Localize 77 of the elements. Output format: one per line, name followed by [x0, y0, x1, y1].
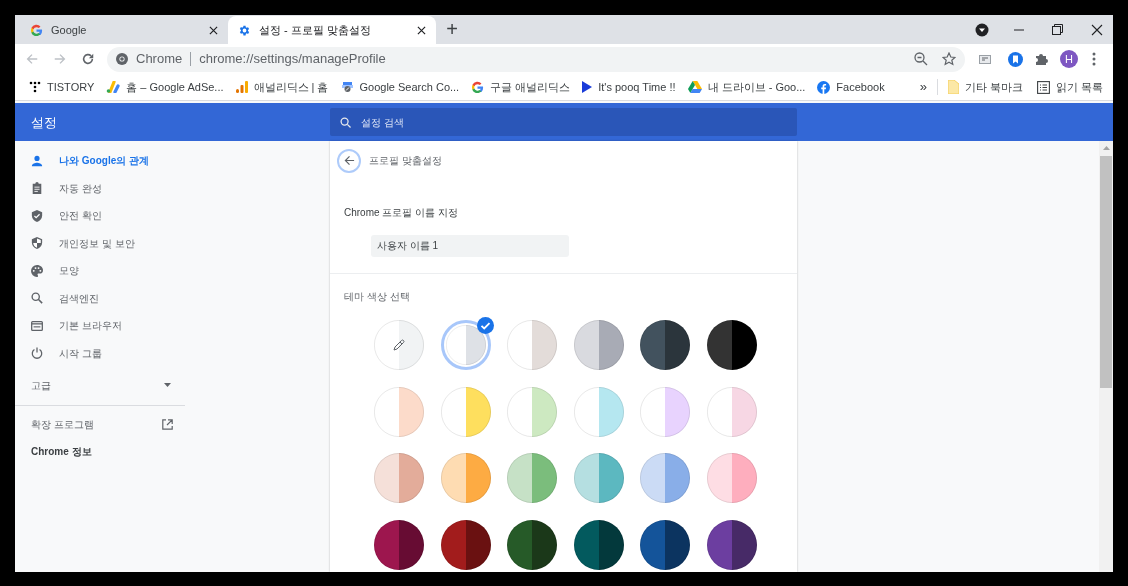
tab-search-icon[interactable]: [975, 22, 989, 37]
palette-icon: [31, 264, 43, 277]
tab-title: 설정 - 프로필 맞춤설정: [259, 22, 372, 38]
back-button[interactable]: [337, 148, 361, 173]
gear-icon: [238, 23, 251, 37]
scrollbar-thumb[interactable]: [1100, 156, 1112, 388]
tab-title: Google: [51, 22, 88, 38]
adsense-icon: [106, 81, 121, 93]
search-console-icon: [340, 81, 354, 93]
sidebar-item[interactable]: 검색엔진: [15, 284, 185, 312]
page-title: 프로필 맞춤설정: [369, 154, 442, 168]
browser-tab[interactable]: 설정 - 프로필 맞춤설정: [228, 16, 436, 44]
theme-color-swatch[interactable]: [440, 320, 491, 370]
bookmark[interactable]: Facebook: [813, 76, 889, 98]
google-icon: [471, 80, 485, 94]
sidebar-item[interactable]: 시작 그룹: [15, 339, 185, 367]
back-arrow-icon: [343, 155, 355, 166]
bookmark[interactable]: 읽기 목록: [1032, 76, 1107, 98]
close-tab-icon[interactable]: [209, 25, 218, 35]
search-icon: [31, 292, 43, 305]
bookmark[interactable]: TISTORY: [25, 76, 99, 98]
advanced-menu-item[interactable]: 고급: [15, 371, 185, 399]
list-icon: [1036, 80, 1050, 94]
theme-label: 테마 색상 선택: [344, 291, 410, 302]
drive-icon: [687, 81, 702, 93]
bookmark[interactable]: 구글 애널리딕스: [467, 76, 575, 98]
sidebar-item[interactable]: 개인정보 및 보안: [15, 229, 185, 257]
url-text: chrome://settings/manageProfile: [199, 50, 386, 69]
chrome-icon: [116, 53, 128, 65]
sidebar-item[interactable]: 안전 확인: [15, 202, 185, 230]
bar-chart-icon: [235, 81, 248, 93]
play-icon: [582, 81, 593, 93]
folder-icon: [947, 80, 959, 94]
dots-icon: [29, 81, 41, 93]
sidebar-item[interactable]: 모양: [15, 257, 185, 285]
reload-icon[interactable]: [81, 52, 95, 66]
close-tab-icon[interactable]: [417, 25, 426, 35]
browser-window-icon: [31, 319, 43, 332]
puzzle-icon[interactable]: [1035, 52, 1049, 66]
search-field[interactable]: 설정 검색: [330, 108, 797, 136]
checkmark-icon: [476, 317, 494, 334]
bookmark[interactable]: It's pooq Time !!: [578, 76, 680, 98]
about-chrome-item[interactable]: Chrome 정보: [15, 436, 185, 466]
menu-icon[interactable]: [1092, 52, 1096, 66]
close-icon[interactable]: [1091, 23, 1103, 36]
eyedropper-icon: [393, 339, 405, 351]
person-icon: [31, 154, 43, 167]
facebook-icon: [817, 80, 831, 94]
power-icon: [31, 347, 43, 360]
more-bookmarks-button[interactable]: »: [915, 77, 931, 97]
bookmark[interactable]: 기타 북마크: [943, 76, 1027, 98]
external-link-icon: [162, 418, 173, 430]
bookmark-extension-icon[interactable]: [1008, 51, 1023, 67]
sidebar-item[interactable]: 자동 완성: [15, 174, 185, 202]
settings-title: 설정: [31, 115, 57, 130]
google-icon: [30, 23, 43, 37]
shield-check-icon: [31, 209, 43, 222]
extensions-link[interactable]: 확장 프로그램: [15, 412, 185, 436]
site-label: Chrome: [136, 50, 183, 69]
new-tab-button[interactable]: +: [438, 15, 466, 43]
address-bar[interactable]: Chrome chrome://settings/manageProfile: [107, 46, 965, 72]
screen-icon[interactable]: [979, 54, 991, 64]
zoom-out-icon[interactable]: [914, 52, 928, 66]
search-icon: [340, 117, 351, 128]
bookmark[interactable]: Google Search Co...: [336, 76, 464, 98]
clipboard-icon: [31, 182, 43, 195]
restore-icon[interactable]: [1052, 24, 1063, 35]
profile-avatar[interactable]: H: [1060, 50, 1078, 68]
bookmark[interactable]: 애널리딕스 | 홈: [231, 76, 333, 98]
name-label: Chrome 프로필 이름 지정: [344, 207, 458, 218]
star-icon[interactable]: [942, 52, 956, 66]
bookmark[interactable]: 홈 – Google AdSe...: [102, 76, 228, 98]
sidebar-item[interactable]: 기본 브라우저: [15, 312, 185, 340]
sidebar-item[interactable]: 나와 Google의 관계: [15, 147, 185, 175]
name-field[interactable]: 사용자 이름 1: [371, 235, 569, 257]
shield-icon: [31, 237, 43, 250]
bookmark[interactable]: 내 드라이브 - Goo...: [683, 76, 810, 98]
